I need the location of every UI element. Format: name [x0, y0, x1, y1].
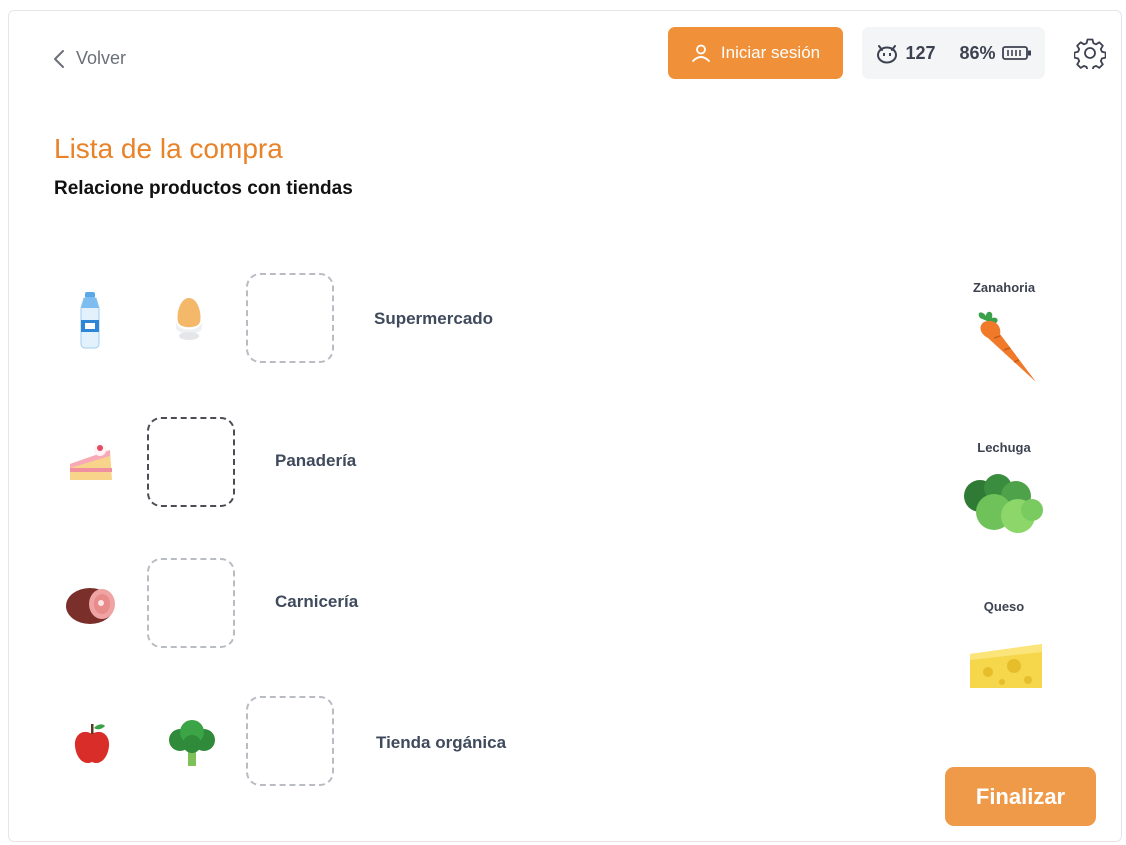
battery-icon — [1001, 46, 1031, 60]
cheese-icon[interactable] — [966, 638, 1046, 692]
product-label-lechuga: Lechuga — [977, 440, 1031, 455]
battery-percent: 86% — [959, 42, 996, 63]
page-subtitle: Relacione productos con tiendas — [54, 178, 353, 199]
store-label-carniceria: Carnicería — [275, 592, 359, 611]
water-bottle-icon[interactable] — [76, 292, 104, 350]
back-label: Volver — [76, 48, 127, 68]
store-label-panaderia: Panadería — [275, 451, 357, 470]
status-bar: 127 86% — [862, 27, 1045, 79]
back-button[interactable]: Volver — [52, 48, 126, 69]
broccoli-icon[interactable] — [166, 718, 218, 770]
product-label-queso: Queso — [983, 599, 1025, 614]
user-icon — [691, 44, 710, 62]
dropzone-carniceria[interactable] — [147, 558, 235, 648]
login-label: Iniciar sesión — [720, 43, 821, 62]
page-title: Lista de la compra — [54, 133, 283, 164]
finish-button[interactable]: Finalizar — [945, 767, 1096, 826]
product-label-zanahoria: Zanahoria — [972, 280, 1036, 295]
dropzone-supermercado[interactable] — [246, 273, 334, 363]
egg-icon[interactable] — [172, 296, 206, 342]
dropzone-panaderia[interactable] — [147, 417, 235, 507]
coin-count: 127 — [905, 42, 936, 63]
settings-gear-icon[interactable] — [1074, 37, 1106, 69]
chevron-left-icon — [54, 49, 64, 68]
lettuce-icon[interactable] — [958, 470, 1046, 540]
login-button[interactable]: Iniciar sesión — [668, 27, 843, 79]
apple-icon[interactable] — [72, 722, 112, 766]
cake-slice-icon[interactable] — [66, 440, 116, 484]
dropzone-tienda-organica[interactable] — [246, 696, 334, 786]
carrot-icon[interactable] — [964, 308, 1044, 388]
mascot-icon — [877, 45, 898, 64]
store-label-tienda-organica: Tienda orgánica — [376, 733, 507, 752]
store-label-supermercado: Supermercado — [374, 309, 494, 328]
ham-icon[interactable] — [64, 582, 120, 626]
